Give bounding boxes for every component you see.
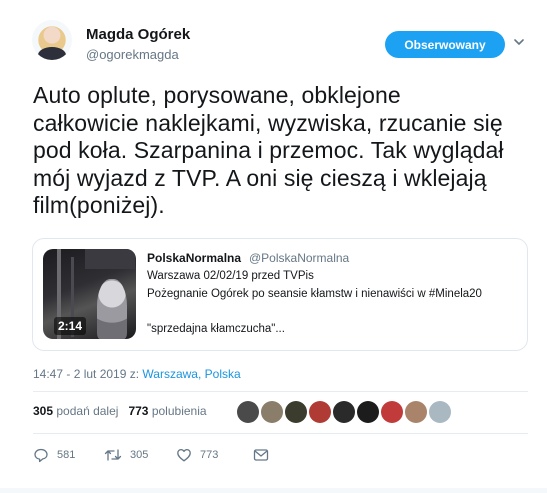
retweet-icon	[104, 447, 122, 463]
bottom-divider	[0, 488, 547, 493]
liker-avatar[interactable]	[285, 401, 307, 423]
liker-avatars	[237, 401, 451, 423]
tweet-text-line: mój wyjazd z TVP. A oni się cieszą i wkl…	[33, 164, 487, 191]
quoted-text-line: Warszawa 02/02/19 przed TVPis	[147, 270, 314, 282]
liker-avatar[interactable]	[357, 401, 379, 423]
retweets-stat[interactable]: 305 podań dalej	[33, 404, 118, 418]
author-avatar[interactable]	[32, 20, 72, 60]
author-handle[interactable]: @ogorekmagda	[86, 47, 179, 62]
divider	[33, 391, 528, 392]
following-button[interactable]: Obserwowany	[385, 31, 505, 58]
liker-avatar[interactable]	[309, 401, 331, 423]
retweet-button[interactable]: 305	[104, 447, 176, 463]
retweet-count: 305	[130, 449, 149, 461]
tweet-text-line: Auto oplute, porysowane, obklejone	[33, 82, 401, 108]
quoted-tweet[interactable]: 2:14 PolskaNormalna @PolskaNormalna Wars…	[32, 238, 528, 351]
author-display-name[interactable]: Magda Ogórek	[86, 26, 190, 43]
timestamp-text[interactable]: 14:47 - 2 lut 2019 z:	[33, 367, 142, 381]
tweet-text-line: całkowicie naklejkami, wyzwiska, rzucani…	[33, 109, 503, 136]
quoted-text-line: "sprzedajna kłamczucha"...	[147, 323, 285, 335]
reply-button[interactable]: 581	[33, 447, 104, 463]
reply-count: 581	[57, 449, 76, 461]
direct-message-button[interactable]	[253, 448, 269, 462]
quoted-text-line: Pożegnanie Ogórek po seansie kłamstw i n…	[147, 288, 482, 300]
likes-label[interactable]: polubienia	[152, 404, 207, 418]
tweet-text: Auto oplute, porysowane, obklejone całko…	[33, 82, 533, 220]
liker-avatar[interactable]	[237, 401, 259, 423]
retweets-label[interactable]: podań dalej	[56, 404, 118, 418]
liker-avatar[interactable]	[405, 401, 427, 423]
tweet-timestamp[interactable]: 14:47 - 2 lut 2019 z: Warszawa, Polska	[33, 367, 241, 381]
location-link[interactable]: Warszawa, Polska	[142, 367, 240, 381]
like-count: 773	[200, 449, 219, 461]
video-thumbnail[interactable]: 2:14	[43, 249, 136, 339]
likes-count[interactable]: 773	[128, 404, 148, 418]
likes-stat[interactable]: 773 polubienia	[128, 404, 206, 418]
reply-icon	[33, 447, 49, 463]
liker-avatar[interactable]	[381, 401, 403, 423]
tweet-stats: 305 podań dalej 773 polubienia	[33, 404, 207, 418]
tweet-text-line: film(poniżej).	[33, 192, 165, 218]
heart-icon	[176, 447, 192, 463]
quoted-handle[interactable]: @PolskaNormalna	[249, 251, 349, 265]
video-duration: 2:14	[54, 317, 87, 335]
retweets-count[interactable]: 305	[33, 404, 53, 418]
quoted-display-name[interactable]: PolskaNormalna	[147, 251, 241, 265]
liker-avatar[interactable]	[333, 401, 355, 423]
liker-avatar[interactable]	[261, 401, 283, 423]
liker-avatar[interactable]	[429, 401, 451, 423]
tweet-text-line: pod koła. Szarpanina i przemoc. Tak wygl…	[33, 137, 504, 163]
chevron-down-icon[interactable]	[514, 37, 524, 47]
tweet-actions: 581 305 773	[33, 447, 269, 463]
like-button[interactable]: 773	[176, 447, 253, 463]
divider	[33, 433, 528, 434]
envelope-icon	[253, 448, 269, 462]
